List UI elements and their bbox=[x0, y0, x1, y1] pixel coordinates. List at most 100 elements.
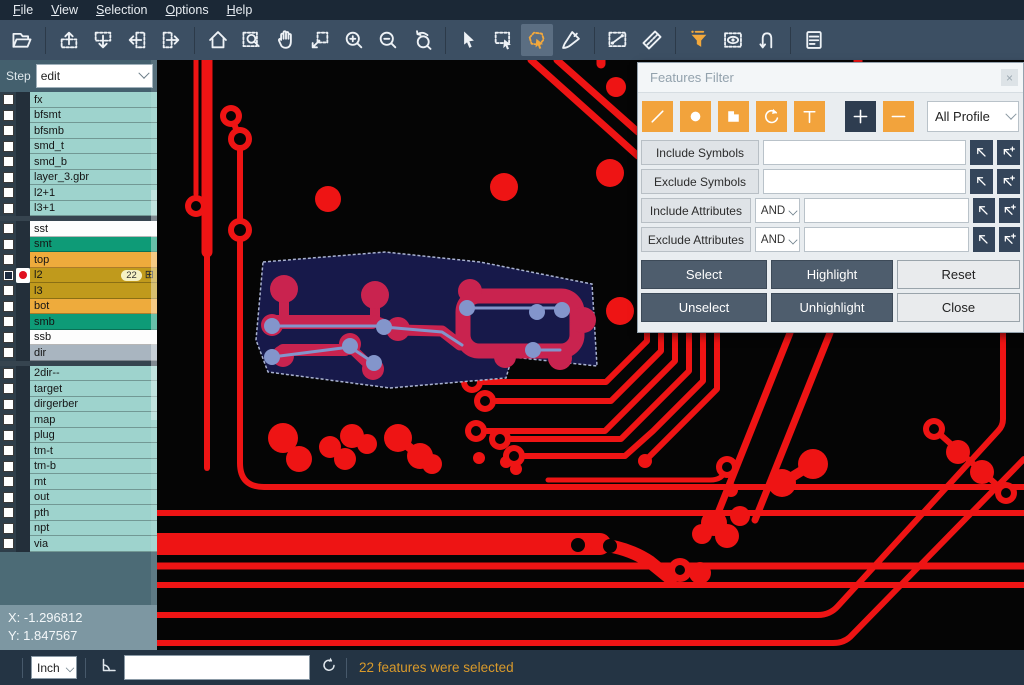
filter-funnel-button[interactable] bbox=[683, 24, 715, 56]
layer-row-top[interactable]: top bbox=[0, 252, 157, 268]
menu-options[interactable]: Options bbox=[156, 1, 217, 19]
layer-row-l2[interactable]: l222⊞ bbox=[0, 268, 157, 284]
layer-name[interactable]: bot bbox=[30, 299, 157, 315]
exclude-symbols-button[interactable]: Exclude Symbols bbox=[641, 169, 759, 194]
zoom-out-button[interactable] bbox=[372, 24, 404, 56]
layer-name[interactable]: sst bbox=[30, 221, 157, 237]
layer-checkbox[interactable] bbox=[3, 383, 14, 394]
loop-button[interactable] bbox=[751, 24, 783, 56]
pick-add-button[interactable] bbox=[999, 198, 1020, 223]
pick-add-button[interactable] bbox=[997, 140, 1020, 165]
layer-name[interactable]: smb bbox=[30, 314, 157, 330]
pick-button[interactable] bbox=[973, 198, 994, 223]
layer-name[interactable]: layer_3.gbr bbox=[30, 170, 157, 186]
home-button[interactable] bbox=[202, 24, 234, 56]
layer-name[interactable]: l3 bbox=[30, 283, 157, 299]
layer-checkbox[interactable] bbox=[3, 110, 14, 121]
arc-filter-button[interactable] bbox=[756, 101, 787, 132]
exclude-symbols-input[interactable] bbox=[763, 169, 966, 194]
pick-button[interactable] bbox=[973, 227, 994, 252]
layer-name[interactable]: l222⊞ bbox=[30, 268, 157, 284]
layer-name[interactable]: via bbox=[30, 536, 157, 552]
include-attributes-input[interactable] bbox=[804, 198, 969, 223]
layer-row-fx[interactable]: fx bbox=[0, 92, 157, 108]
layer-row-npt[interactable]: npt bbox=[0, 521, 157, 537]
layer-name[interactable]: ssb bbox=[30, 330, 157, 346]
unhighlight-button[interactable]: Unhighlight bbox=[771, 293, 893, 322]
step-select[interactable]: edit bbox=[36, 64, 153, 88]
exclude-attributes-input[interactable] bbox=[804, 227, 969, 252]
layer-row-pth[interactable]: pth bbox=[0, 505, 157, 521]
layer-row-map[interactable]: map bbox=[0, 412, 157, 428]
layer-name[interactable]: dirgerber bbox=[30, 397, 157, 413]
layer-checkbox[interactable] bbox=[3, 254, 14, 265]
layer-name[interactable]: smd_t bbox=[30, 139, 157, 155]
menu-help[interactable]: Help bbox=[218, 1, 262, 19]
layer-name[interactable]: target bbox=[30, 381, 157, 397]
dialog-titlebar[interactable]: Features Filter × bbox=[638, 63, 1023, 93]
layer-row-mt[interactable]: mt bbox=[0, 474, 157, 490]
layer-name[interactable]: mt bbox=[30, 474, 157, 490]
layer-checkbox[interactable] bbox=[3, 285, 14, 296]
shift-left-button[interactable] bbox=[121, 24, 153, 56]
layer-checkbox[interactable] bbox=[3, 203, 14, 214]
pick-button[interactable] bbox=[970, 140, 993, 165]
layer-checkbox[interactable] bbox=[3, 141, 14, 152]
layer-row-smb[interactable]: smb bbox=[0, 314, 157, 330]
layer-name[interactable]: 2dir-- bbox=[30, 366, 157, 382]
layer-row-bfsmb[interactable]: bfsmb bbox=[0, 123, 157, 139]
layer-row-layer_3.gbr[interactable]: layer_3.gbr bbox=[0, 170, 157, 186]
open-folder-button[interactable] bbox=[6, 24, 38, 56]
include-symbols-button[interactable]: Include Symbols bbox=[641, 140, 759, 165]
layer-checkbox[interactable] bbox=[3, 172, 14, 183]
add-filter-button[interactable] bbox=[845, 101, 876, 132]
layer-row-tm-b[interactable]: tm-b bbox=[0, 459, 157, 475]
command-input[interactable] bbox=[124, 655, 310, 680]
layer-row-bot[interactable]: bot bbox=[0, 299, 157, 315]
refresh-icon[interactable] bbox=[320, 656, 338, 679]
layer-checkbox[interactable] bbox=[3, 430, 14, 441]
layer-checkbox[interactable] bbox=[3, 270, 14, 281]
polygon-select-button[interactable] bbox=[521, 24, 553, 56]
layer-checkbox[interactable] bbox=[3, 156, 14, 167]
layer-row-dirgerber[interactable]: dirgerber bbox=[0, 397, 157, 413]
layer-checkbox[interactable] bbox=[3, 239, 14, 250]
layer-checkbox[interactable] bbox=[3, 125, 14, 136]
layer-checkbox[interactable] bbox=[3, 187, 14, 198]
layer-checkbox[interactable] bbox=[3, 301, 14, 312]
text-filter-button[interactable] bbox=[794, 101, 825, 132]
include-symbols-input[interactable] bbox=[763, 140, 966, 165]
layer-checkbox[interactable] bbox=[3, 538, 14, 549]
layer-name[interactable]: map bbox=[30, 412, 157, 428]
layer-checkbox[interactable] bbox=[3, 316, 14, 327]
layer-checkbox[interactable] bbox=[3, 399, 14, 410]
layer-name[interactable]: fx bbox=[30, 92, 157, 108]
layer-name[interactable]: out bbox=[30, 490, 157, 506]
shift-down-button[interactable] bbox=[87, 24, 119, 56]
zoom-area-button[interactable] bbox=[236, 24, 268, 56]
shift-right-button[interactable] bbox=[155, 24, 187, 56]
layer-row-sst[interactable]: sst bbox=[0, 221, 157, 237]
pick-add-button[interactable] bbox=[999, 227, 1020, 252]
layer-row-via[interactable]: via bbox=[0, 536, 157, 552]
layer-checkbox[interactable] bbox=[3, 332, 14, 343]
layer-checkbox[interactable] bbox=[3, 94, 14, 105]
layer-name[interactable]: pth bbox=[30, 505, 157, 521]
and-or-select[interactable]: AND bbox=[755, 227, 800, 252]
layer-row-out[interactable]: out bbox=[0, 490, 157, 506]
layer-row-smd_t[interactable]: smd_t bbox=[0, 139, 157, 155]
pick-button[interactable] bbox=[970, 169, 993, 194]
layer-name[interactable]: top bbox=[30, 252, 157, 268]
zoom-previous-button[interactable] bbox=[406, 24, 438, 56]
layer-checkbox[interactable] bbox=[3, 523, 14, 534]
close-icon[interactable]: × bbox=[1001, 69, 1018, 86]
layer-name[interactable]: plug bbox=[30, 428, 157, 444]
layer-name[interactable]: tm-t bbox=[30, 443, 157, 459]
layer-checkbox[interactable] bbox=[3, 347, 14, 358]
layer-row-tm-t[interactable]: tm-t bbox=[0, 443, 157, 459]
menu-view[interactable]: View bbox=[42, 1, 87, 19]
layer-name[interactable]: bfsmb bbox=[30, 123, 157, 139]
units-select[interactable]: Inch bbox=[31, 656, 77, 679]
layer-checkbox[interactable] bbox=[3, 476, 14, 487]
ruler-button[interactable] bbox=[636, 24, 668, 56]
